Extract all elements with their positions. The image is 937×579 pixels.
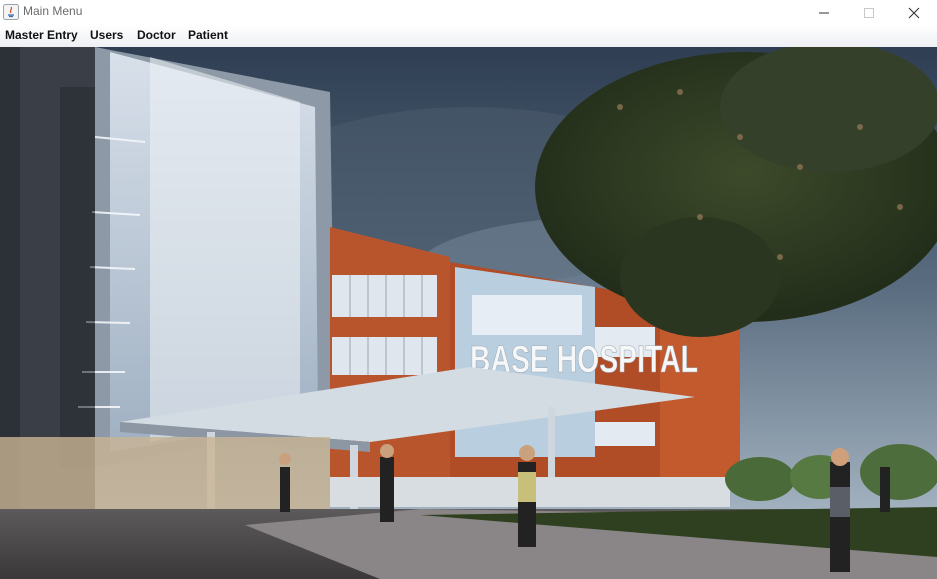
java-app-icon — [3, 4, 19, 20]
minimize-icon — [819, 12, 829, 13]
menu-master-entry[interactable]: Master Entry — [5, 28, 78, 42]
hospital-background-image: BASE HOSPITAL — [0, 47, 937, 579]
title-bar[interactable]: Main Menu — [0, 0, 937, 25]
maximize-icon — [864, 7, 874, 18]
maximize-button[interactable] — [846, 0, 892, 25]
minimize-button[interactable] — [801, 0, 847, 25]
close-icon — [908, 7, 920, 18]
close-button[interactable] — [891, 0, 937, 25]
menu-bar: Master Entry Users Doctor Patient — [0, 25, 937, 48]
menu-users[interactable]: Users — [90, 28, 123, 42]
menu-patient[interactable]: Patient — [188, 28, 228, 42]
main-menu-window: Main Menu Master Entry Users Doctor Pati… — [0, 0, 937, 579]
window-title: Main Menu — [23, 4, 83, 18]
menu-doctor[interactable]: Doctor — [137, 28, 176, 42]
